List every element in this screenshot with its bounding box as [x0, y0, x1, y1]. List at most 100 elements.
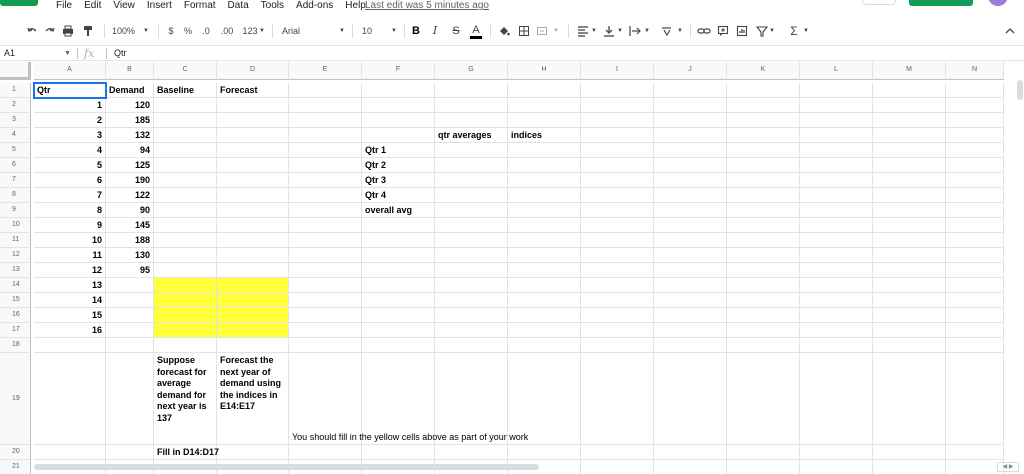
cell-c4[interactable] — [154, 128, 217, 143]
cell-j8[interactable] — [654, 188, 727, 203]
cell-g11[interactable] — [435, 233, 508, 248]
cell-m6[interactable] — [873, 158, 946, 173]
strikethrough-button[interactable]: S — [451, 24, 461, 38]
cell-l1[interactable] — [800, 83, 873, 98]
cell-b14[interactable] — [106, 278, 154, 293]
cell-m3[interactable] — [873, 113, 946, 128]
cell-a15[interactable]: 14 — [34, 293, 106, 308]
cell-i3[interactable] — [581, 113, 654, 128]
cell-n7[interactable] — [946, 173, 1004, 188]
cell-i17[interactable] — [581, 323, 654, 338]
cell-a14[interactable]: 13 — [34, 278, 106, 293]
cell-l7[interactable] — [800, 173, 873, 188]
text-color-button[interactable]: A — [470, 24, 482, 39]
cell-b16[interactable] — [106, 308, 154, 323]
cell-f1[interactable] — [362, 83, 435, 98]
borders-icon[interactable] — [518, 24, 530, 38]
cell-e6[interactable] — [289, 158, 362, 173]
cell-f5[interactable]: Qtr 1 — [362, 143, 435, 158]
cell-e3[interactable] — [289, 113, 362, 128]
cell-e8[interactable] — [289, 188, 362, 203]
cell-a6[interactable]: 5 — [34, 158, 106, 173]
horizontal-scroll-thumb[interactable] — [34, 464, 539, 470]
name-box-chevron-down-icon[interactable]: ▼ — [64, 46, 71, 61]
select-all-corner[interactable] — [0, 62, 31, 80]
cell-m1[interactable] — [873, 83, 946, 98]
cell-f7[interactable]: Qtr 3 — [362, 173, 435, 188]
zoom-chevron-down-icon[interactable]: ▼ — [142, 24, 150, 38]
cell-b1[interactable]: Demand — [106, 83, 154, 98]
row-header-21[interactable]: 21 — [0, 460, 31, 474]
cell-m2[interactable] — [873, 98, 946, 113]
cell-h3[interactable] — [508, 113, 581, 128]
fill-color-icon[interactable] — [498, 24, 510, 38]
cell-n6[interactable] — [946, 158, 1004, 173]
cell-m7[interactable] — [873, 173, 946, 188]
column-header-b[interactable]: B — [106, 62, 154, 80]
cell-k4[interactable] — [727, 128, 800, 143]
cell-c13[interactable] — [154, 263, 217, 278]
cell-g18[interactable] — [435, 338, 508, 353]
cell-k3[interactable] — [727, 113, 800, 128]
cell-k10[interactable] — [727, 218, 800, 233]
row-header-19[interactable]: 19 — [0, 353, 31, 445]
cell-k1[interactable] — [727, 83, 800, 98]
cell-f16[interactable] — [362, 308, 435, 323]
cell-b20[interactable] — [106, 445, 154, 460]
cell-l11[interactable] — [800, 233, 873, 248]
cell-h18[interactable] — [508, 338, 581, 353]
cell-b15[interactable] — [106, 293, 154, 308]
cell-b11[interactable]: 188 — [106, 233, 154, 248]
cell-b10[interactable]: 145 — [106, 218, 154, 233]
cell-f13[interactable] — [362, 263, 435, 278]
cell-g16[interactable] — [435, 308, 508, 323]
cell-h12[interactable] — [508, 248, 581, 263]
font-size-chevron-down-icon[interactable]: ▼ — [390, 24, 398, 38]
insert-link-icon[interactable] — [697, 24, 711, 38]
cell-e12[interactable] — [289, 248, 362, 263]
cell-j17[interactable] — [654, 323, 727, 338]
align-left-icon[interactable] — [577, 24, 589, 38]
cell-f17[interactable] — [362, 323, 435, 338]
cell-g4[interactable]: qtr averages — [435, 128, 508, 143]
cell-l20[interactable] — [800, 445, 873, 460]
cell-e15[interactable] — [289, 293, 362, 308]
cell-b4[interactable]: 132 — [106, 128, 154, 143]
cell-k11[interactable] — [727, 233, 800, 248]
cell-d18[interactable] — [217, 338, 289, 353]
row-header-6[interactable]: 6 — [0, 158, 31, 173]
cell-c9[interactable] — [154, 203, 217, 218]
cell-i19[interactable] — [581, 353, 654, 445]
merge-chevron-down-icon[interactable]: ▼ — [552, 24, 560, 38]
cell-j21[interactable] — [654, 460, 727, 474]
cell-b9[interactable]: 90 — [106, 203, 154, 218]
cell-i4[interactable] — [581, 128, 654, 143]
cell-d9[interactable] — [217, 203, 289, 218]
menu-addons[interactable]: Add-ons — [290, 0, 339, 12]
cell-m13[interactable] — [873, 263, 946, 278]
cell-c5[interactable] — [154, 143, 217, 158]
cell-m12[interactable] — [873, 248, 946, 263]
cell-d11[interactable] — [217, 233, 289, 248]
cell-d5[interactable] — [217, 143, 289, 158]
cell-a18[interactable] — [34, 338, 106, 353]
row-header-5[interactable]: 5 — [0, 143, 31, 158]
menu-file[interactable]: File — [50, 0, 78, 12]
cell-b6[interactable]: 125 — [106, 158, 154, 173]
cell-i15[interactable] — [581, 293, 654, 308]
cell-i6[interactable] — [581, 158, 654, 173]
cell-e14[interactable] — [289, 278, 362, 293]
cell-l17[interactable] — [800, 323, 873, 338]
cell-k20[interactable] — [727, 445, 800, 460]
cell-d7[interactable] — [217, 173, 289, 188]
cell-b2[interactable]: 120 — [106, 98, 154, 113]
cell-e20[interactable] — [289, 445, 362, 460]
rotation-chevron-down-icon[interactable]: ▼ — [676, 24, 684, 38]
cell-i13[interactable] — [581, 263, 654, 278]
column-header-c[interactable]: C — [154, 62, 217, 80]
cell-l6[interactable] — [800, 158, 873, 173]
cell-l14[interactable] — [800, 278, 873, 293]
cell-a13[interactable]: 12 — [34, 263, 106, 278]
cell-m17[interactable] — [873, 323, 946, 338]
cell-j9[interactable] — [654, 203, 727, 218]
